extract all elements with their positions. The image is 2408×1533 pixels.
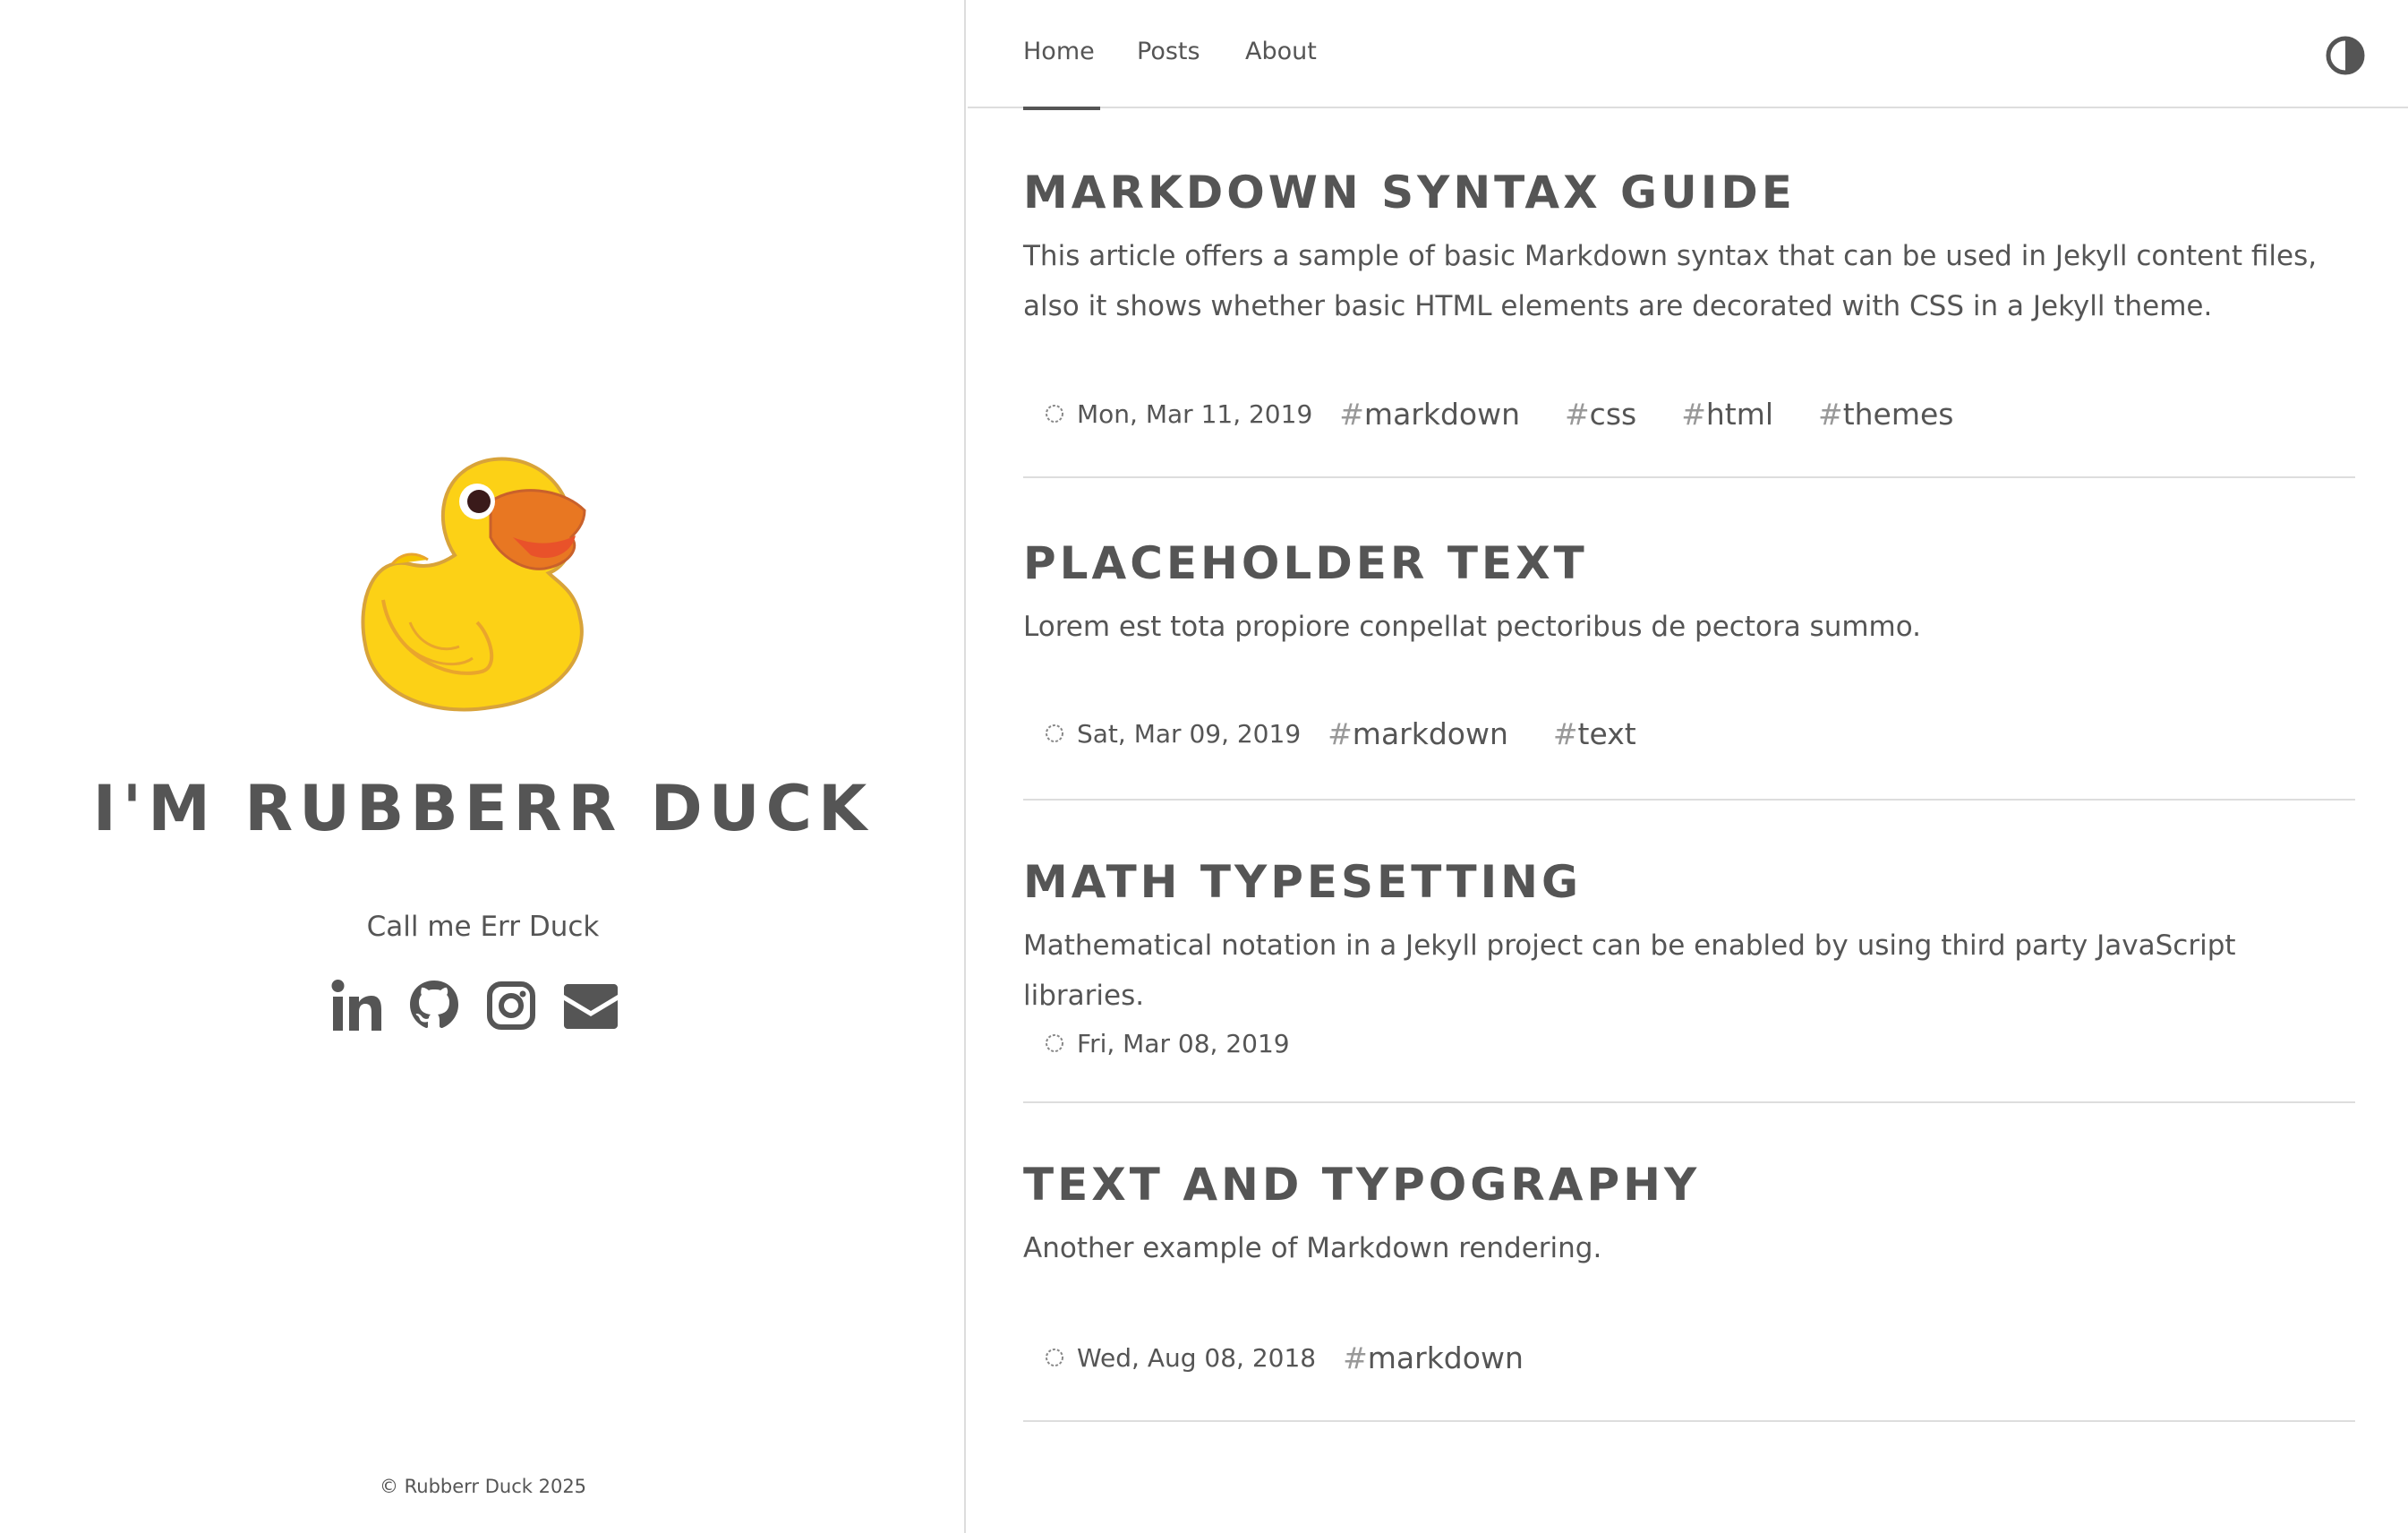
sidebar: I'M RUBBERR DUCK Call me Err Duck © Rubb… <box>0 0 966 1533</box>
tag-label: markdown <box>1352 715 1508 751</box>
nav-posts[interactable]: Posts <box>1137 34 1200 70</box>
tag-link[interactable]: #themes <box>1818 397 1953 432</box>
post-date: Wed, Aug 08, 2018 <box>1045 1343 1316 1373</box>
tag-link[interactable]: #html <box>1681 397 1773 432</box>
post-date-text: Sat, Mar 09, 2019 <box>1077 718 1302 749</box>
post-date: Mon, Mar 11, 2019 <box>1045 399 1312 429</box>
post-date-text: Wed, Aug 08, 2018 <box>1077 1342 1317 1373</box>
post-date-text: Mon, Mar 11, 2019 <box>1077 398 1313 429</box>
email-icon <box>564 984 618 1029</box>
tag-label: markdown <box>1363 396 1521 432</box>
post-date-text: Fri, Mar 08, 2019 <box>1077 1028 1290 1058</box>
linkedin-icon <box>331 980 381 1031</box>
tag-label: text <box>1577 715 1636 751</box>
email-link[interactable] <box>562 979 619 1036</box>
nav-active-indicator <box>1023 107 1100 110</box>
post-excerpt: Lorem est tota propiore conpellat pector… <box>1023 611 1922 643</box>
post-excerpt: Mathematical notation in a Jekyll projec… <box>1023 929 2236 1012</box>
tag-link[interactable]: #markdown <box>1343 1340 1524 1375</box>
tag-link[interactable]: #markdown <box>1328 716 1508 751</box>
linkedin-link[interactable] <box>331 979 383 1036</box>
post-meta: Wed, Aug 08, 2018 #markdown <box>1023 1335 1524 1380</box>
tag-label: markdown <box>1367 1340 1524 1375</box>
tag-label: css <box>1589 396 1637 432</box>
avatar <box>361 457 586 712</box>
instagram-link[interactable] <box>485 979 537 1036</box>
post-excerpt: This article offers a sample of basic Ma… <box>1023 240 2318 322</box>
clock-icon <box>1046 724 1063 742</box>
post-title[interactable]: TEXT AND TYPOGRAPHY <box>1023 1153 2355 1216</box>
tag-link[interactable]: #markdown <box>1339 397 1520 432</box>
post-card: MARKDOWN SYNTAX GUIDE This article offer… <box>1023 161 2355 478</box>
post-title[interactable]: MATH TYPESETTING <box>1023 851 2355 913</box>
top-nav: Home Posts About <box>968 0 2408 110</box>
page: I'M RUBBERR DUCK Call me Err Duck © Rubb… <box>0 0 2408 1533</box>
tag-link[interactable]: #css <box>1565 397 1636 432</box>
post-title[interactable]: MARKDOWN SYNTAX GUIDE <box>1023 161 2355 224</box>
contrast-icon[interactable] <box>2324 34 2367 77</box>
post-meta: Fri, Mar 08, 2019 <box>1023 1021 1290 1066</box>
clock-icon <box>1046 1034 1063 1052</box>
clock-icon <box>1046 405 1063 423</box>
main-content: Home Posts About MARKDOWN SYNTAX GUIDE T… <box>968 0 2408 1533</box>
tag-label: html <box>1705 396 1774 432</box>
nav-about[interactable]: About <box>1245 34 1317 70</box>
post-meta: Sat, Mar 09, 2019 #markdown #text <box>1023 711 1636 756</box>
github-icon <box>410 981 458 1028</box>
post-title[interactable]: PLACEHOLDER TEXT <box>1023 532 2355 595</box>
post-card: TEXT AND TYPOGRAPHY Another example of M… <box>1023 1153 2355 1422</box>
site-title: I'M RUBBERR DUCK <box>92 772 874 845</box>
tag-label: themes <box>1842 396 1954 432</box>
github-link[interactable] <box>408 979 460 1036</box>
instagram-icon <box>487 981 535 1030</box>
post-meta: Mon, Mar 11, 2019 #markdown #css #html #… <box>1023 391 1954 436</box>
copyright: © Rubberr Duck 2025 <box>379 1476 587 1497</box>
post-date: Fri, Mar 08, 2019 <box>1045 1029 1290 1058</box>
tag-link[interactable]: #text <box>1553 716 1636 751</box>
post-date: Sat, Mar 09, 2019 <box>1045 719 1301 749</box>
post-card: MATH TYPESETTING Mathematical notation i… <box>1023 851 2355 1103</box>
tagline: Call me Err Duck <box>366 911 600 943</box>
post-excerpt: Another example of Markdown rendering. <box>1023 1232 1602 1264</box>
post-card: PLACEHOLDER TEXT Lorem est tota propiore… <box>1023 532 2355 801</box>
social-links <box>331 976 636 1039</box>
nav-home[interactable]: Home <box>1023 34 1095 70</box>
clock-icon <box>1046 1349 1063 1366</box>
